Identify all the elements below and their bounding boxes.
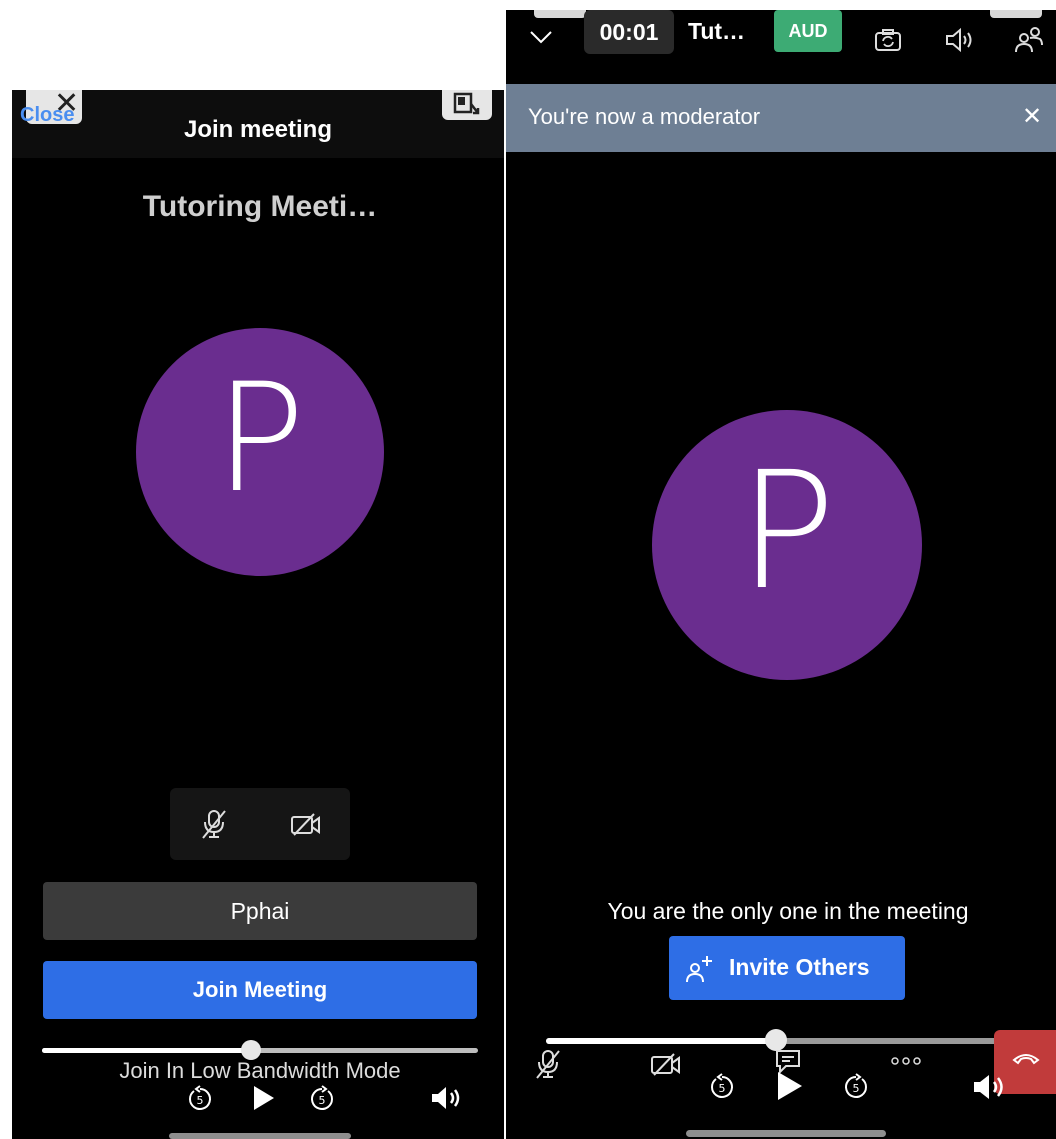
invite-others-button[interactable]: Invite Others: [669, 936, 905, 1000]
chevron-down-icon[interactable]: [528, 26, 554, 46]
mic-off-icon[interactable]: [534, 1048, 562, 1080]
meeting-timer: 00:01: [584, 10, 674, 54]
speaker-icon[interactable]: [944, 26, 974, 54]
media-controls: [170, 788, 350, 860]
avatar-initial: P: [214, 352, 306, 526]
more-icon[interactable]: [890, 1056, 922, 1066]
home-indicator: [686, 1130, 886, 1137]
top-tab: [990, 10, 1042, 18]
avatar: P: [136, 328, 384, 576]
join-meeting-button[interactable]: Join Meeting: [43, 961, 477, 1019]
moderator-banner: You're now a moderator ✕: [506, 84, 1056, 152]
add-person-icon: [686, 956, 712, 982]
meeting-title[interactable]: Tut…: [688, 18, 745, 45]
participants-icon[interactable]: [1014, 26, 1044, 54]
play-icon[interactable]: [776, 1070, 804, 1102]
svg-text:5: 5: [319, 1094, 326, 1107]
camera-off-icon[interactable]: [650, 1052, 682, 1078]
mic-off-icon[interactable]: [200, 808, 228, 840]
scrubber-handle[interactable]: [241, 1040, 262, 1060]
end-call-icon: [1012, 1054, 1040, 1065]
alone-message: You are the only one in the meeting: [607, 898, 969, 924]
invite-label: Invite Others: [729, 954, 870, 980]
low-bandwidth-link[interactable]: Join In Low Bandwidth Mode: [12, 1058, 504, 1084]
play-icon[interactable]: [252, 1084, 276, 1112]
svg-text:5: 5: [197, 1094, 204, 1107]
top-tab: [534, 10, 586, 18]
volume-icon[interactable]: [430, 1084, 464, 1112]
pip-icon: [453, 92, 480, 115]
in-meeting-screen: 00:01 Tut… AUD You're now a moderator ✕ …: [506, 10, 1056, 1139]
audio-badge[interactable]: AUD: [774, 10, 842, 52]
avatar-initial: P: [738, 438, 836, 626]
svg-text:5: 5: [853, 1082, 860, 1095]
scrubber-fill: [546, 1038, 777, 1044]
camera-switch-icon[interactable]: [874, 28, 902, 52]
join-header: ✕ Close Join meeting: [12, 90, 504, 158]
scrubber-fill: [42, 1048, 252, 1053]
close-icon[interactable]: ✕: [1022, 102, 1042, 130]
home-indicator: [169, 1133, 351, 1139]
name-field[interactable]: Pphai: [43, 882, 477, 940]
avatar: P: [652, 410, 922, 680]
volume-icon[interactable]: [972, 1072, 1008, 1102]
meeting-toolbar: 00:01 Tut… AUD: [506, 10, 1056, 84]
svg-text:5: 5: [719, 1082, 726, 1095]
banner-message: You're now a moderator: [528, 104, 761, 129]
replay-5-icon[interactable]: 5: [708, 1073, 736, 1101]
forward-5-icon[interactable]: 5: [308, 1085, 336, 1113]
forward-5-icon[interactable]: 5: [842, 1073, 870, 1101]
camera-off-icon[interactable]: [290, 812, 322, 838]
meeting-name: Tutoring Meeti…: [142, 190, 378, 223]
video-scrubber[interactable]: [42, 1040, 478, 1060]
join-meeting-screen: ✕ Close Join meeting Tutoring Meeti… P P…: [12, 90, 504, 1139]
video-scrubber[interactable]: [546, 1029, 1026, 1051]
page-title: Join meeting: [183, 116, 333, 143]
replay-5-icon[interactable]: 5: [186, 1085, 214, 1113]
